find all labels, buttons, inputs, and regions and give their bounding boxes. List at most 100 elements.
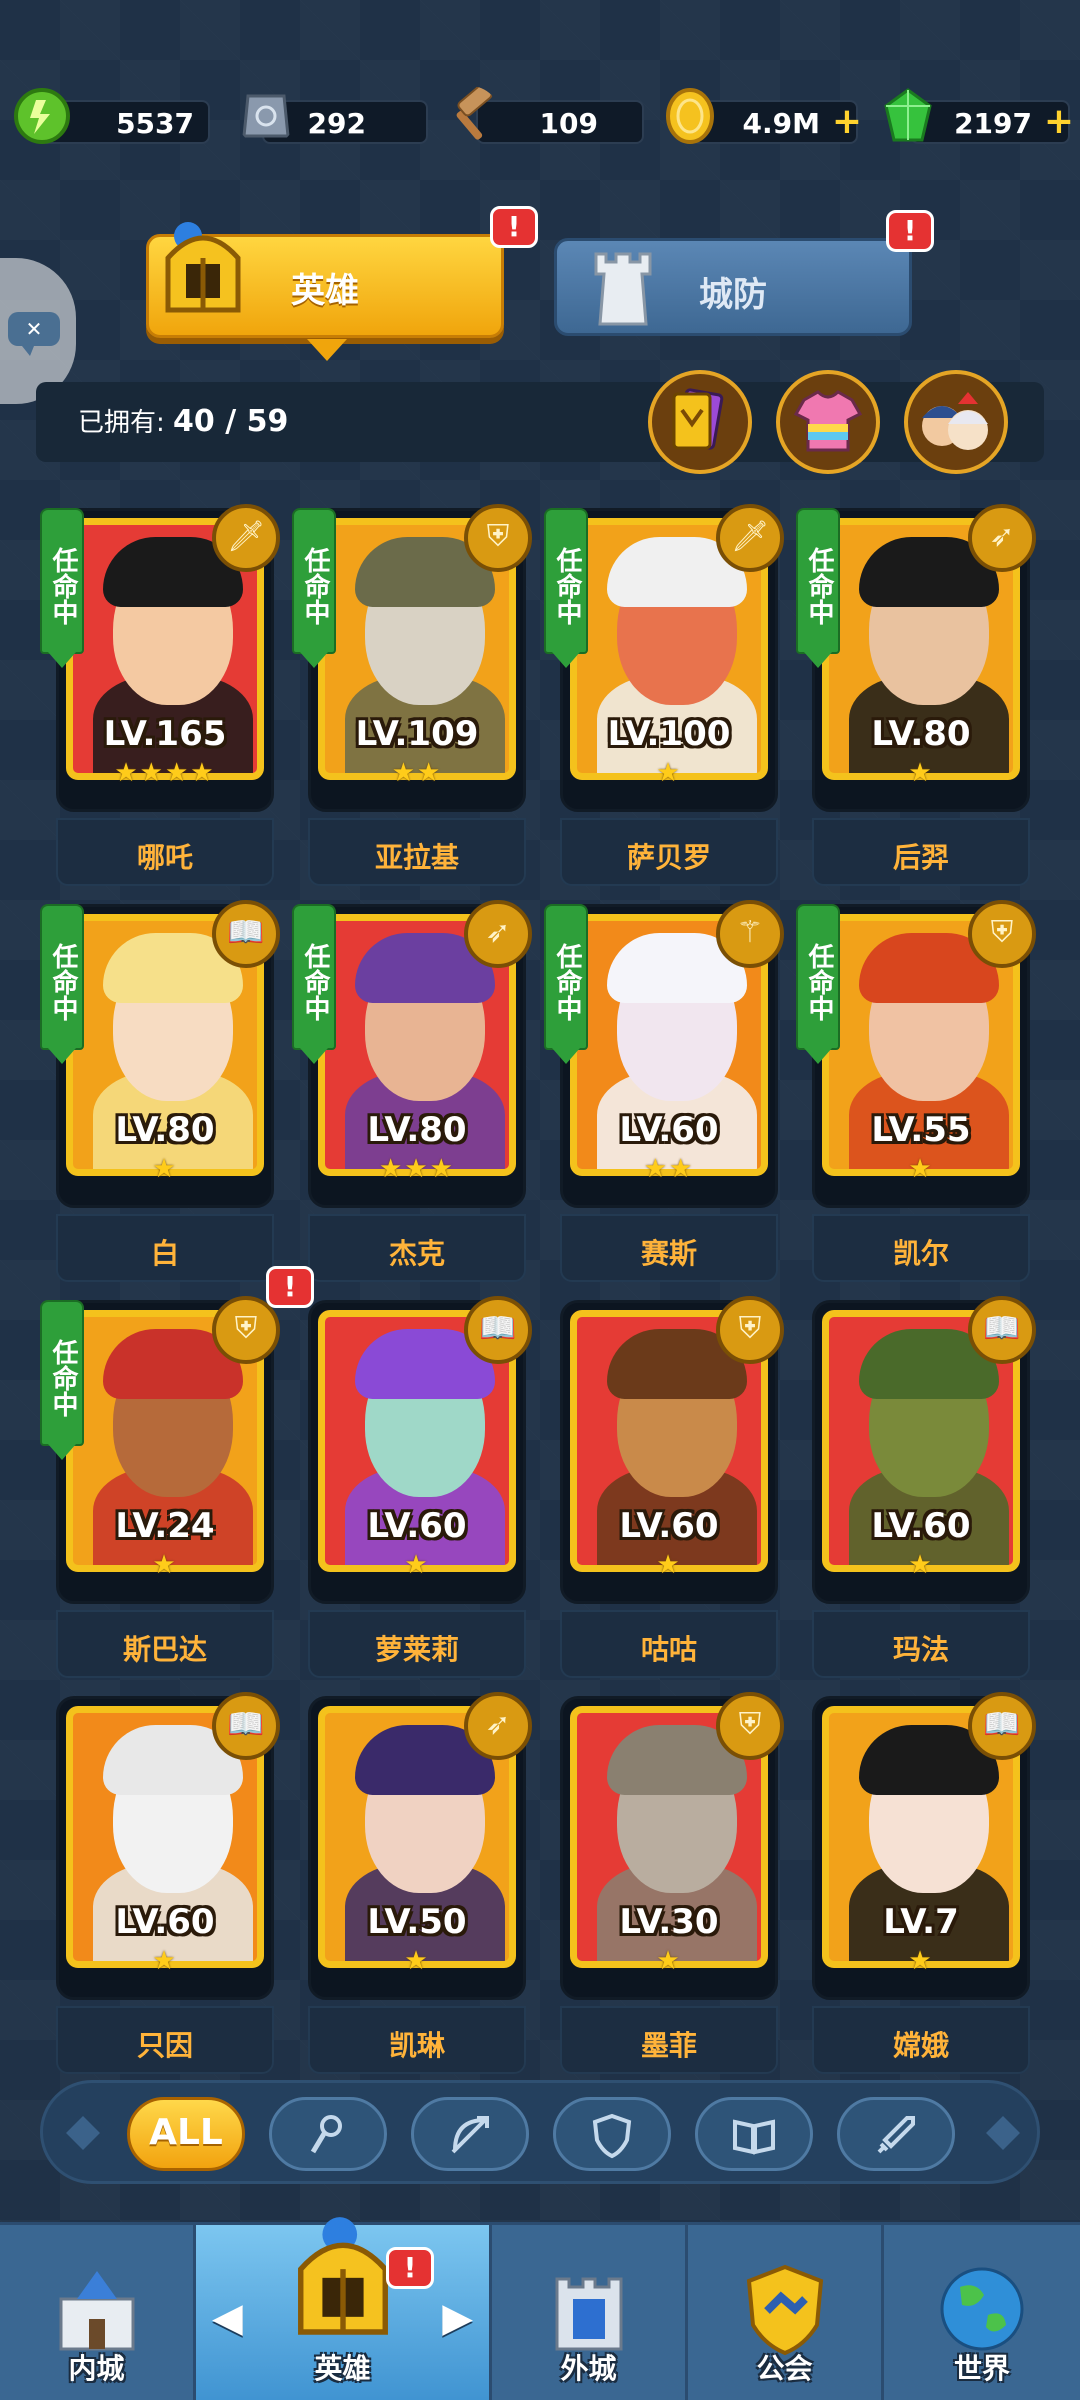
hero-name: 杰克 [388, 1237, 445, 1270]
hero-name: 玛法 [892, 1633, 949, 1666]
appointed-ribbon: 任命中 [292, 904, 336, 1064]
hero-level: LV.60 [619, 1110, 719, 1150]
hammer-value: 109 [539, 107, 598, 140]
book-icon: 📖 [212, 1692, 280, 1760]
hero-name: 后羿 [892, 841, 949, 874]
filter-right-arrow[interactable] [986, 2116, 1020, 2150]
appointed-ribbon: 任命中 [40, 1300, 84, 1460]
hero-level: LV.24 [115, 1506, 215, 1546]
hero-level: LV.60 [871, 1506, 971, 1546]
hero-stars: ★ [152, 1154, 178, 1184]
nav-outer-city[interactable]: 外城 [492, 2225, 688, 2400]
hero-name: 只因 [136, 2029, 193, 2062]
appointed-ribbon: 任命中 [292, 508, 336, 668]
hero-name: 咕咕 [640, 1633, 697, 1666]
hero-stars: ★ [404, 1946, 430, 1976]
energy-value: 5537 [116, 107, 194, 140]
filter-book-button[interactable] [695, 2097, 813, 2171]
hero-name: 赛斯 [640, 1237, 697, 1270]
book-icon [733, 2119, 775, 2155]
appointed-ribbon: 任命中 [796, 508, 840, 668]
nav-prev-arrow[interactable]: ◀ [212, 2295, 243, 2341]
owned-count: 40 / 59 [173, 404, 289, 439]
book-icon: 📖 [212, 900, 280, 968]
skins-button[interactable] [776, 370, 880, 474]
nav-guild[interactable]: 公会 [688, 2225, 884, 2400]
resource-hammer: 109 [476, 100, 644, 144]
inner-castle-icon [59, 2271, 134, 2351]
nav-inner-city[interactable]: 内城 [0, 2225, 196, 2400]
hero-stars: ★ [656, 1550, 682, 1580]
team-button[interactable] [904, 370, 1008, 474]
filter-shield-button[interactable] [553, 2097, 671, 2171]
filter-left-arrow[interactable] [66, 2116, 100, 2150]
hero-nameplate: 萨贝罗 [560, 818, 778, 886]
hero-nameplate: 玛法 [812, 1610, 1030, 1678]
svg-text:✕: ✕ [26, 317, 43, 341]
hero-stars: ★★ [391, 758, 443, 788]
cards-icon [672, 388, 724, 450]
book-icon: 📖 [968, 1692, 1036, 1760]
hero-level: LV.165 [103, 714, 227, 754]
appointed-ribbon: 任命中 [40, 508, 84, 668]
nav-next-arrow[interactable]: ▶ [442, 2295, 473, 2341]
hero-level: LV.80 [871, 714, 971, 754]
card-collection-button[interactable] [648, 370, 752, 474]
nav-world[interactable]: 世界 [884, 2225, 1080, 2400]
gem-add-button[interactable]: + [1044, 104, 1074, 140]
hero-name: 哪吒 [136, 841, 193, 874]
nav-hero-notify-badge: ! [386, 2247, 434, 2289]
book-icon: 📖 [464, 1296, 532, 1364]
nav-inner-city-label: 内城 [68, 2352, 125, 2385]
hero-level: LV.80 [115, 1110, 215, 1150]
appointed-ribbon: 任命中 [544, 508, 588, 668]
hero-stars: ★ [908, 758, 934, 788]
hero-stars: ★★★★ [114, 758, 216, 788]
hero-stars: ★ [656, 758, 682, 788]
bow-icon: ➶ [464, 1692, 532, 1760]
nav-hero[interactable]: ◀ ! ▶ 英雄 [196, 2217, 492, 2400]
class-filter-bar: ALL [40, 2080, 1040, 2184]
bow-icon: ➶ [464, 900, 532, 968]
sword-icon: 🗡 [212, 504, 280, 572]
hero-name: 萨贝罗 [626, 841, 711, 874]
shield-icon: ⛨ [716, 1296, 784, 1364]
gold-coin-icon [666, 88, 714, 144]
hero-level: LV.7 [883, 1902, 959, 1942]
bow-icon: ➶ [968, 504, 1036, 572]
hero-nameplate: 赛斯 [560, 1214, 778, 1282]
bottom-nav: 内城 ◀ ! ▶ 英雄 外城 公会 世界 [0, 2217, 1080, 2400]
hero-stars: ★ [908, 1154, 934, 1184]
shirt-icon [793, 390, 863, 452]
filter-all-label: ALL [149, 2112, 223, 2153]
filter-bow-button[interactable] [411, 2097, 529, 2171]
gold-value: 4.9M [742, 107, 820, 140]
filter-all-button[interactable]: ALL [127, 2097, 245, 2171]
filter-sword-button[interactable] [837, 2097, 955, 2171]
hero-nameplate: 后羿 [812, 818, 1030, 886]
hero-nameplate: 咕咕 [560, 1610, 778, 1678]
hero-level: LV.80 [367, 1110, 467, 1150]
hero-nameplate: 哪吒 [56, 818, 274, 886]
hero-name: 白 [150, 1237, 179, 1270]
hero-level: LV.109 [355, 714, 479, 754]
hero-nameplate: 白 [56, 1214, 274, 1282]
hero-level: LV.60 [619, 1506, 719, 1546]
hero-level: LV.55 [871, 1110, 971, 1150]
gold-add-button[interactable]: + [832, 104, 862, 140]
stone-value: 292 [307, 107, 366, 140]
hero-name: 嫦娥 [892, 2029, 949, 2062]
gem-icon [884, 88, 932, 142]
hero-nameplate: 萝莱莉 [308, 1610, 526, 1678]
hero-nameplate: 斯巴达 [56, 1610, 274, 1678]
hero-stars: ★ [152, 1550, 178, 1580]
hero-level: LV.50 [367, 1902, 467, 1942]
hero-nameplate: 亚拉基 [308, 818, 526, 886]
resource-bar: 5537 292 109 4.9M + 2197 + [0, 86, 1080, 152]
hero-nameplate: 凯琳 [308, 2006, 526, 2074]
hero-team-icon [922, 392, 988, 450]
shield-icon: ⛨ [716, 1692, 784, 1760]
shield-icon [592, 2113, 632, 2159]
filter-staff-button[interactable] [269, 2097, 387, 2171]
owned-label: 已拥有: 40 / 59 [78, 404, 289, 439]
